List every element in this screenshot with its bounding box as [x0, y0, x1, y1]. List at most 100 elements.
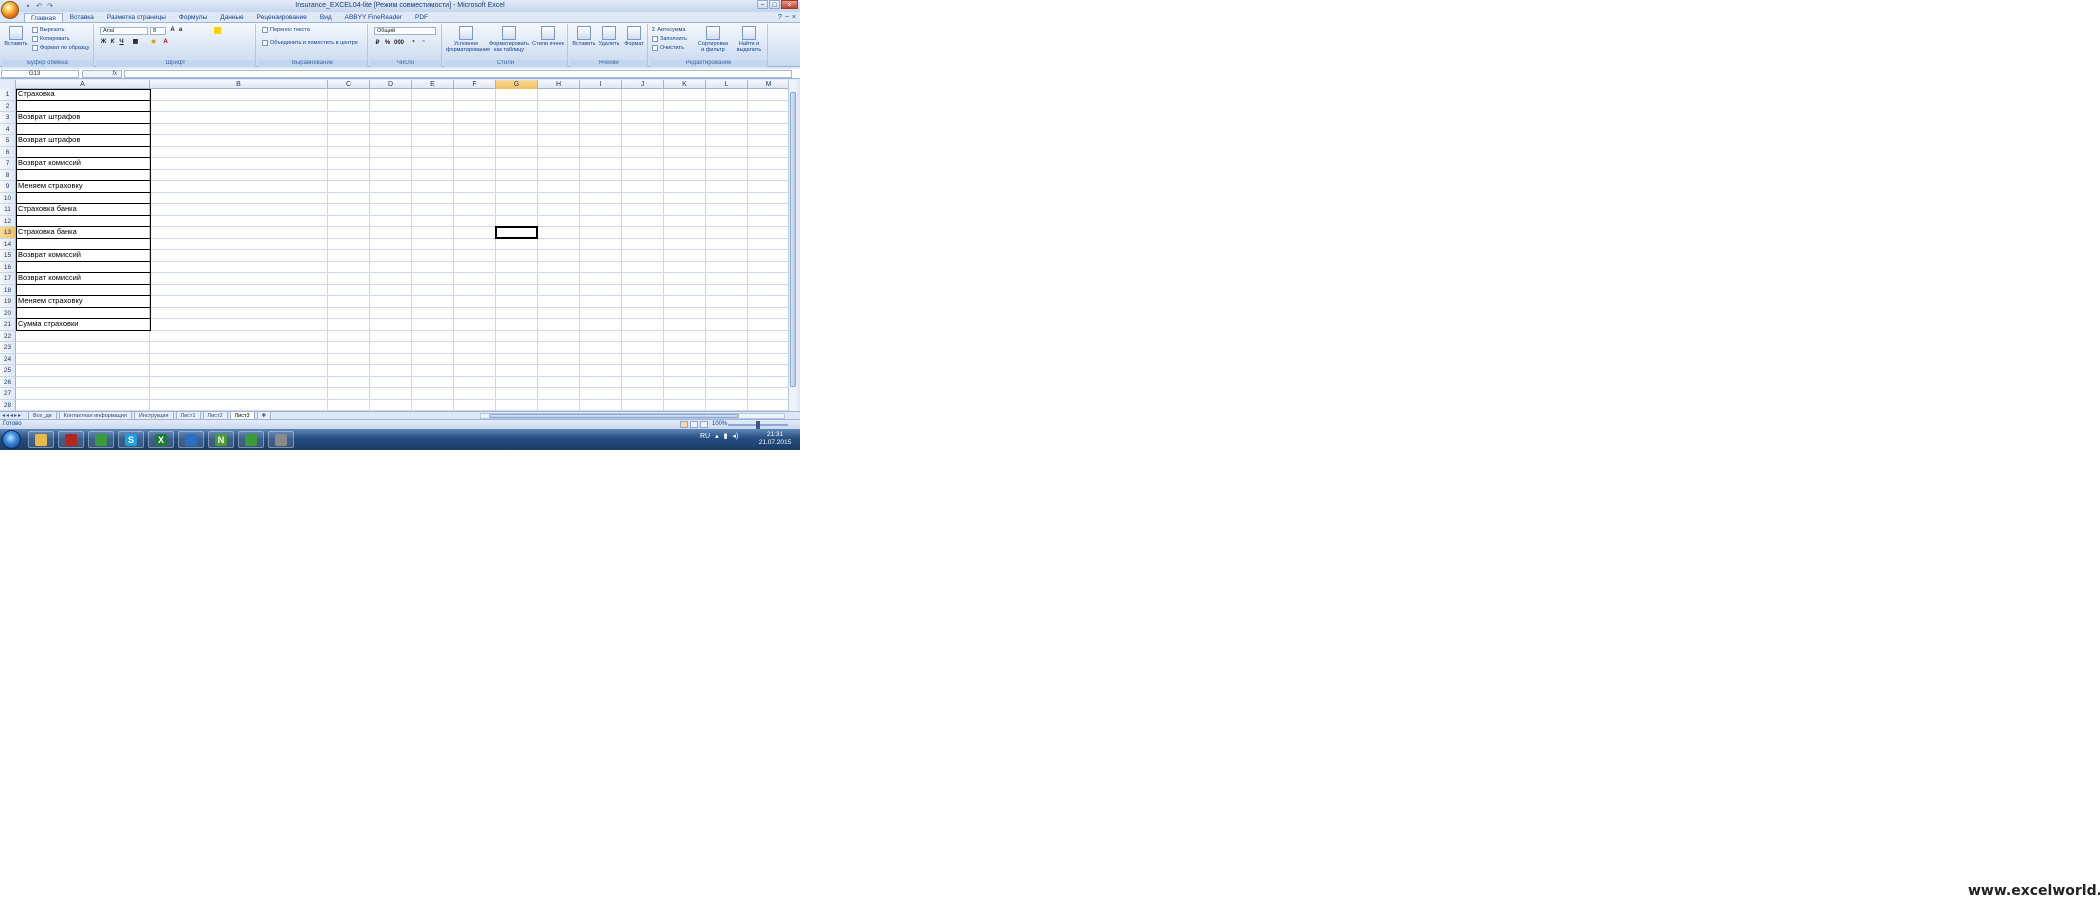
merge-center-button[interactable]: Объединить и поместить в центре	[262, 40, 358, 46]
row-header[interactable]: 5	[0, 135, 16, 147]
column-header[interactable]: E	[412, 80, 454, 89]
cell-a13[interactable]: Страховка банка	[17, 227, 151, 239]
row-header[interactable]: 27	[0, 388, 16, 400]
decrease-decimal-icon[interactable]: ⁻	[420, 40, 427, 47]
taskbar-app-button[interactable]	[268, 431, 294, 448]
number-format-select[interactable]: Общий	[374, 27, 436, 35]
row-header[interactable]: 16	[0, 261, 16, 273]
cell-a21[interactable]: Сумма страховки	[17, 319, 151, 331]
column-header[interactable]: G	[496, 80, 538, 89]
zoom-slider[interactable]	[728, 421, 788, 429]
cell-a5[interactable]: Возврат штрафов	[17, 135, 151, 147]
ribbon-minimize-icon[interactable]: −	[785, 14, 789, 21]
column-header[interactable]: L	[706, 80, 748, 89]
zoom-level[interactable]: 100%	[712, 421, 727, 427]
row-header[interactable]: 7	[0, 158, 16, 170]
column-header[interactable]: C	[328, 80, 370, 89]
row-header[interactable]: 23	[0, 342, 16, 354]
format-cells-button[interactable]: Формат	[622, 26, 646, 47]
row-header[interactable]: 22	[0, 330, 16, 342]
row-header[interactable]: 25	[0, 365, 16, 377]
clock[interactable]: 21:31 21.07.2015	[755, 431, 795, 447]
page-layout-view-icon[interactable]	[690, 421, 698, 428]
row-header[interactable]: 12	[0, 215, 16, 227]
maximize-button[interactable]: □	[769, 0, 780, 9]
ribbon-close-icon[interactable]: ×	[792, 14, 796, 21]
row-header[interactable]: 4	[0, 123, 16, 135]
borders-icon[interactable]: ▦	[132, 39, 139, 46]
currency-icon[interactable]: ₽	[374, 40, 381, 47]
grow-font-button[interactable]: A	[169, 27, 176, 34]
highlight-icon[interactable]	[214, 27, 221, 34]
select-all-button[interactable]	[0, 80, 16, 89]
row-header[interactable]: 3	[0, 112, 16, 124]
delete-cells-button[interactable]: Удалить	[597, 26, 621, 47]
bold-button[interactable]: Ж	[100, 39, 107, 46]
row-header[interactable]: 17	[0, 273, 16, 285]
row-header[interactable]: 19	[0, 296, 16, 308]
cell-a1[interactable]: Страховка	[17, 89, 151, 101]
taskbar-app-button[interactable]	[178, 431, 204, 448]
taskbar-app-button[interactable]	[28, 431, 54, 448]
shrink-font-button[interactable]: a	[177, 27, 184, 34]
taskbar-app-button[interactable]	[58, 431, 84, 448]
office-button[interactable]	[1, 1, 19, 19]
horizontal-scroll-thumb[interactable]	[489, 414, 739, 418]
minimize-button[interactable]: −	[757, 0, 768, 9]
taskbar-app-button[interactable]: N	[208, 431, 234, 448]
format-as-table-button[interactable]: Форматировать как таблицу	[488, 26, 530, 53]
cut-button[interactable]: Вырезать	[32, 27, 64, 33]
italic-button[interactable]: К	[109, 39, 116, 46]
row-header[interactable]: 6	[0, 146, 16, 158]
copy-button[interactable]: Копировать	[32, 36, 70, 42]
taskbar-app-button[interactable]: S	[118, 431, 144, 448]
font-size-select[interactable]: 8	[150, 27, 166, 35]
insert-function-button[interactable]: fx	[82, 70, 122, 78]
column-header[interactable]: J	[622, 80, 664, 89]
column-header[interactable]: H	[538, 80, 580, 89]
column-header[interactable]: B	[150, 80, 328, 89]
row-header[interactable]: 9	[0, 181, 16, 193]
sort-filter-button[interactable]: Сортировка и фильтр	[696, 26, 730, 53]
row-header[interactable]: 11	[0, 204, 16, 216]
cell-a11[interactable]: Страховка банка	[17, 204, 151, 216]
row-header[interactable]: 20	[0, 307, 16, 319]
format-painter-button[interactable]: Формат по образцу	[32, 45, 89, 51]
row-header[interactable]: 13	[0, 227, 16, 239]
insert-cells-button[interactable]: Вставить	[572, 26, 596, 47]
cell-a19[interactable]: Меняем страховку	[17, 296, 151, 308]
underline-button[interactable]: Ч	[118, 39, 125, 46]
start-button[interactable]	[2, 430, 21, 449]
taskbar-app-button[interactable]	[238, 431, 264, 448]
column-header[interactable]: I	[580, 80, 622, 89]
wrap-text-button[interactable]: Перенос текста	[262, 27, 310, 33]
comma-style-icon[interactable]: 000	[394, 40, 404, 47]
worksheet-grid[interactable]: ABCDEFGHIJKLMN 1Страховка23Возврат штраф…	[0, 80, 796, 412]
cell-a17[interactable]: Возврат комиссий	[17, 273, 151, 285]
font-color-icon[interactable]: A	[162, 39, 169, 46]
vertical-scrollbar[interactable]	[788, 80, 797, 412]
zoom-slider-knob[interactable]	[756, 421, 760, 429]
active-cell[interactable]	[495, 226, 538, 239]
row-header[interactable]: 21	[0, 319, 16, 331]
taskbar-app-button[interactable]: X	[148, 431, 174, 448]
page-break-view-icon[interactable]	[700, 421, 708, 428]
column-header[interactable]: M	[748, 80, 790, 89]
row-header[interactable]: 8	[0, 169, 16, 181]
taskbar-app-button[interactable]	[88, 431, 114, 448]
cell-a7[interactable]: Возврат комиссий	[17, 158, 151, 170]
percent-icon[interactable]: %	[384, 40, 391, 47]
row-header[interactable]: 28	[0, 399, 16, 411]
clear-button[interactable]: Очистить	[652, 45, 684, 51]
paste-button[interactable]: Вставить	[4, 26, 28, 47]
tray-arrow-icon[interactable]: ▴	[715, 432, 719, 440]
autosum-button[interactable]: Σ Автосумма	[652, 27, 685, 33]
font-name-select[interactable]: Arial	[100, 27, 148, 35]
find-select-button[interactable]: Найти и выделить	[732, 26, 766, 53]
conditional-format-button[interactable]: Условное форматирование	[446, 26, 490, 53]
fill-button[interactable]: Заполнить	[652, 36, 687, 42]
column-header[interactable]: D	[370, 80, 412, 89]
fill-color-icon[interactable]: ◆	[150, 39, 157, 46]
normal-view-icon[interactable]	[680, 421, 688, 428]
row-header[interactable]: 15	[0, 250, 16, 262]
